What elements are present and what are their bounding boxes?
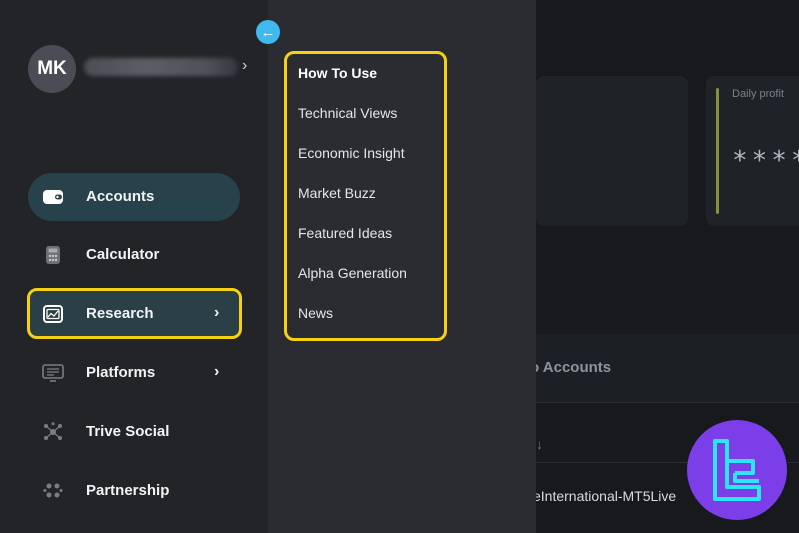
tradingfinder-logo-icon [687,420,787,520]
research-submenu: How To Use Technical Views Economic Insi… [284,51,447,341]
sidebar-item-label: Calculator [86,246,160,263]
background-balance-card [536,76,688,226]
submenu-item-featured-ideas[interactable]: Featured Ideas [298,225,392,241]
submenu-item-technical-views[interactable]: Technical Views [298,105,397,121]
blurred-user-name [84,58,238,76]
sidebar-item-platforms[interactable]: Platforms › [28,349,240,397]
accounts-section-header: o Accounts [530,334,799,402]
sidebar-item-label: Trive Social [86,423,170,440]
sort-arrow-icon[interactable]: ↓ [536,436,543,452]
avatar[interactable]: MK [28,45,76,93]
calculator-icon [42,245,64,265]
network-icon [42,422,64,442]
sidebar-item-trive-social[interactable]: Trive Social [28,408,240,456]
submenu-item-market-buzz[interactable]: Market Buzz [298,185,376,201]
accounts-section-title: o Accounts [530,359,612,376]
chart-window-icon [42,304,64,324]
chevron-right-icon[interactable]: › [242,57,247,75]
sidebar-item-research[interactable]: Research › [28,290,240,338]
daily-profit-card: Daily profit **** [706,76,799,226]
submenu-item-alpha-generation[interactable]: Alpha Generation [298,265,407,281]
arrow-left-icon: ← [260,23,276,41]
sidebar-item-partnership[interactable]: Partnership [28,467,240,515]
sidebar: MK › Accounts Calculator Research › Plat… [0,0,268,533]
daily-profit-label: Daily profit [732,88,784,100]
user-profile[interactable]: MK › [28,45,258,93]
sidebar-item-label: Research [86,305,154,322]
daily-profit-value: **** [732,146,799,176]
daily-profit-accent-bar [716,88,719,214]
sidebar-item-label: Partnership [86,482,170,499]
chevron-right-icon: › [214,363,220,380]
submenu-item-news[interactable]: News [298,305,333,321]
sidebar-item-label: Platforms [86,364,156,381]
account-server-name: eInternational-MT5Live [533,488,677,504]
sidebar-item-label: Accounts [86,188,155,205]
wallet-icon [42,187,64,207]
divider [536,402,799,403]
sidebar-item-accounts[interactable]: Accounts [28,173,240,221]
submenu-item-economic-insight[interactable]: Economic Insight [298,145,405,161]
chevron-right-icon: › [214,304,220,321]
people-icon [42,481,64,501]
monitor-icon [42,363,64,383]
submenu-item-how-to-use[interactable]: How To Use [298,65,377,81]
sidebar-item-calculator[interactable]: Calculator [28,231,240,279]
collapse-sidebar-button[interactable]: ← [256,20,280,44]
